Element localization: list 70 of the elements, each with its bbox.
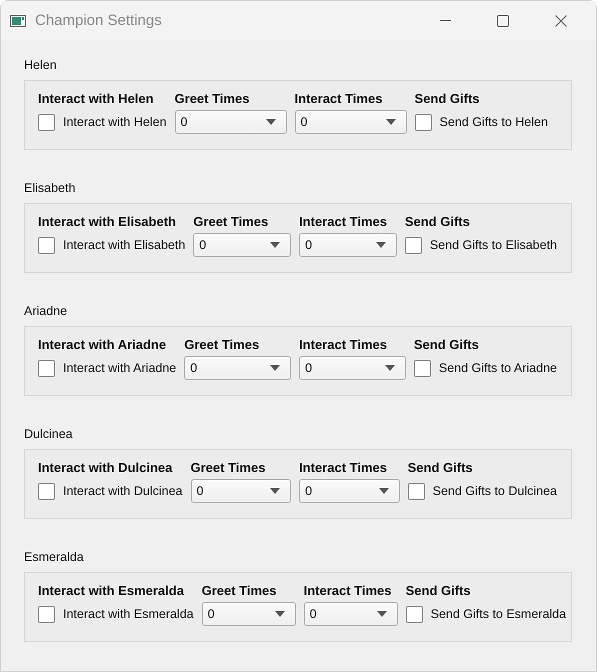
checkbox-label[interactable]: Send Gifts to Dulcinea bbox=[432, 484, 557, 498]
checkbox[interactable] bbox=[414, 360, 431, 376]
column-header: Interact with Helen bbox=[38, 91, 155, 106]
dropdown[interactable]: 0 bbox=[299, 233, 397, 257]
group-title: Esmeralda bbox=[24, 550, 85, 566]
column-header: Greet Times bbox=[190, 460, 266, 475]
column-header: Send Gifts bbox=[414, 91, 481, 106]
caret-icon bbox=[274, 611, 285, 617]
checkbox[interactable] bbox=[414, 114, 432, 130]
dropdown[interactable]: 0 bbox=[184, 356, 292, 380]
column-header: Greet Times bbox=[193, 214, 270, 229]
column-header: Interact with Dulcinea bbox=[38, 460, 174, 475]
app-icon bbox=[10, 14, 26, 26]
checkbox[interactable] bbox=[38, 482, 55, 500]
checkbox-label[interactable]: Send Gifts to Ariadne bbox=[438, 361, 557, 375]
checkbox[interactable] bbox=[406, 606, 423, 622]
dropdown[interactable]: 0 bbox=[193, 233, 292, 257]
caret-icon bbox=[270, 365, 280, 371]
caret-icon bbox=[386, 119, 396, 125]
maximize-icon bbox=[497, 14, 509, 26]
checkbox[interactable] bbox=[38, 236, 55, 254]
checkbox[interactable] bbox=[404, 236, 422, 254]
column-header: Interact Times bbox=[299, 460, 388, 475]
checkbox[interactable] bbox=[38, 114, 55, 130]
dropdown[interactable]: 0 bbox=[299, 479, 400, 503]
group-title: Ariadne bbox=[24, 304, 68, 320]
column-header: Interact with Ariadne bbox=[38, 337, 168, 352]
checkbox-label[interactable]: Interact with Esmeralda bbox=[63, 607, 194, 621]
dropdown[interactable]: 0 bbox=[174, 110, 287, 134]
group-title: Elisabeth bbox=[24, 181, 76, 197]
checkbox[interactable] bbox=[38, 360, 55, 376]
column-header: Send Gifts bbox=[406, 583, 472, 598]
dropdown[interactable]: 0 bbox=[190, 479, 292, 503]
checkbox-label[interactable]: Send Gifts to Esmeralda bbox=[430, 607, 566, 621]
column-header: Greet Times bbox=[184, 337, 260, 352]
column-header: Interact Times bbox=[304, 583, 393, 598]
dropdown[interactable]: 0 bbox=[294, 110, 407, 134]
checkbox-label[interactable]: Send Gifts to Elisabeth bbox=[430, 238, 557, 252]
minimize-icon bbox=[440, 20, 450, 21]
group-title: Helen bbox=[24, 58, 58, 74]
caret-icon bbox=[378, 488, 389, 494]
column-header: Send Gifts bbox=[408, 460, 474, 475]
checkbox-label[interactable]: Interact with Helen bbox=[63, 115, 167, 129]
window-title: Champion Settings bbox=[35, 12, 163, 29]
caret-icon bbox=[270, 242, 280, 248]
column-header: Interact with Esmeralda bbox=[38, 583, 185, 598]
column-header: Interact with Elisabeth bbox=[38, 214, 177, 229]
column-header: Interact Times bbox=[299, 214, 388, 229]
column-header: Greet Times bbox=[202, 583, 278, 598]
caret-icon bbox=[376, 611, 387, 617]
column-header: Greet Times bbox=[174, 91, 250, 106]
dropdown[interactable]: 0 bbox=[299, 356, 406, 380]
caret-icon bbox=[266, 119, 276, 125]
column-header: Interact Times bbox=[299, 337, 388, 352]
checkbox-label[interactable]: Interact with Dulcinea bbox=[63, 484, 183, 498]
caret-icon bbox=[384, 365, 395, 371]
caret-icon bbox=[376, 242, 386, 248]
checkbox-label[interactable]: Interact with Elisabeth bbox=[63, 238, 186, 252]
checkbox-label[interactable]: Send Gifts to Helen bbox=[440, 115, 548, 129]
close-icon bbox=[555, 14, 567, 26]
column-header: Send Gifts bbox=[404, 214, 471, 229]
dropdown[interactable]: 0 bbox=[202, 602, 296, 626]
checkbox-label[interactable]: Interact with Ariadne bbox=[63, 361, 176, 375]
checkbox[interactable] bbox=[38, 606, 55, 622]
checkbox[interactable] bbox=[408, 482, 425, 500]
column-header: Interact Times bbox=[294, 91, 384, 106]
column-header: Send Gifts bbox=[414, 337, 480, 352]
caret-icon bbox=[270, 488, 280, 494]
dropdown[interactable]: 0 bbox=[304, 602, 398, 626]
group-title: Dulcinea bbox=[24, 427, 74, 443]
